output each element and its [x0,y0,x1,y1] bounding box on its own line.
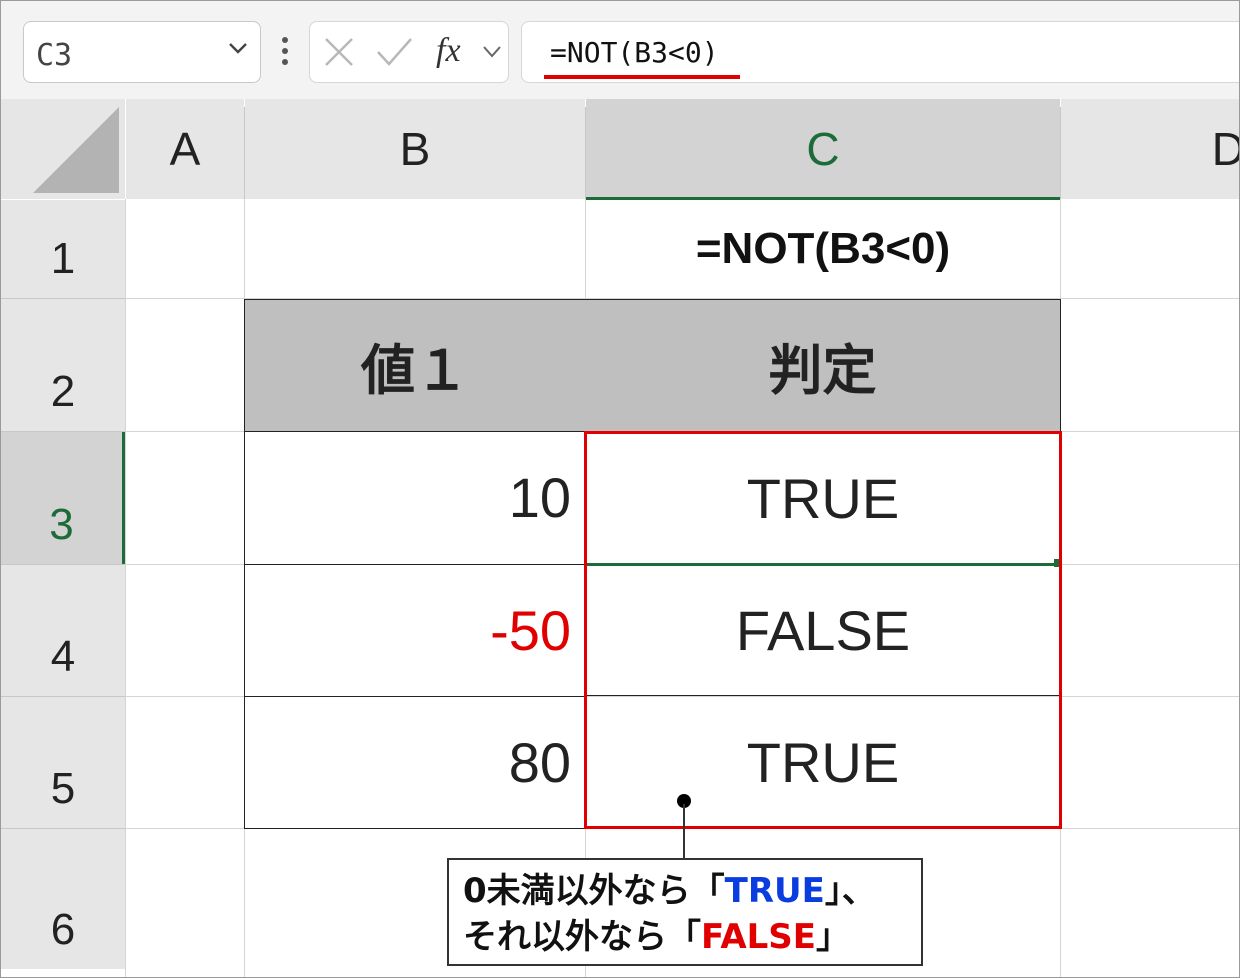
enter-check-icon[interactable] [374,36,414,68]
name-box-value: C3 [36,38,73,73]
formula-bar-area: C3 fx =NOT(B3<0) [1,1,1239,99]
excel-window: C3 fx =NOT(B3<0) A B C 1 2 3 4 5 6 =NOT(… [0,0,1240,978]
cell-b5[interactable]: 80 [244,696,586,829]
row-header-2[interactable]: 2 [1,299,125,431]
row-header-6[interactable]: 6 [1,829,125,969]
result-highlight-box [584,431,1062,829]
column-header-d[interactable]: D [1061,99,1239,199]
chevron-down-icon[interactable] [482,44,502,60]
row-header-4[interactable]: 4 [1,565,125,696]
row-header-1[interactable]: 1 [1,200,125,298]
formula-highlight-underline [544,75,740,79]
name-box[interactable]: C3 [23,21,261,83]
column-header-b[interactable]: B [245,99,585,199]
cell-c1[interactable]: =NOT(B3<0) [586,200,1060,298]
table-header-value[interactable]: 値１ [244,299,586,432]
cell-b3[interactable]: 10 [244,431,586,565]
table-header-result[interactable]: 判定 [585,299,1061,432]
cancel-icon[interactable] [322,36,356,68]
column-header-a[interactable]: A [126,99,244,199]
chevron-down-icon[interactable] [226,36,250,60]
callout-line-1: 0未満以外なら「TRUE」、 [463,871,876,911]
insert-function-icon[interactable]: fx [436,32,461,70]
formula-text: =NOT(B3<0) [550,36,719,69]
formula-input[interactable]: =NOT(B3<0) [521,21,1239,83]
row-header-3[interactable]: 3 [1,432,125,564]
column-header-c[interactable]: C [586,99,1060,199]
more-options-icon[interactable] [279,35,291,67]
explanation-callout: 0未満以外なら「TRUE」、 それ以外なら「FALSE」 [447,858,923,966]
row-header-5[interactable]: 5 [1,697,125,828]
spreadsheet-grid: A B C D 1 2 3 4 5 6 =NOT(B3<0) [1,99,1239,977]
formula-buttons: fx [309,21,509,83]
select-all-corner[interactable] [1,99,125,199]
callout-line-2: それ以外なら「FALSE」 [463,917,851,957]
callout-pointer-line [683,804,685,858]
cell-b4[interactable]: -50 [244,564,586,697]
